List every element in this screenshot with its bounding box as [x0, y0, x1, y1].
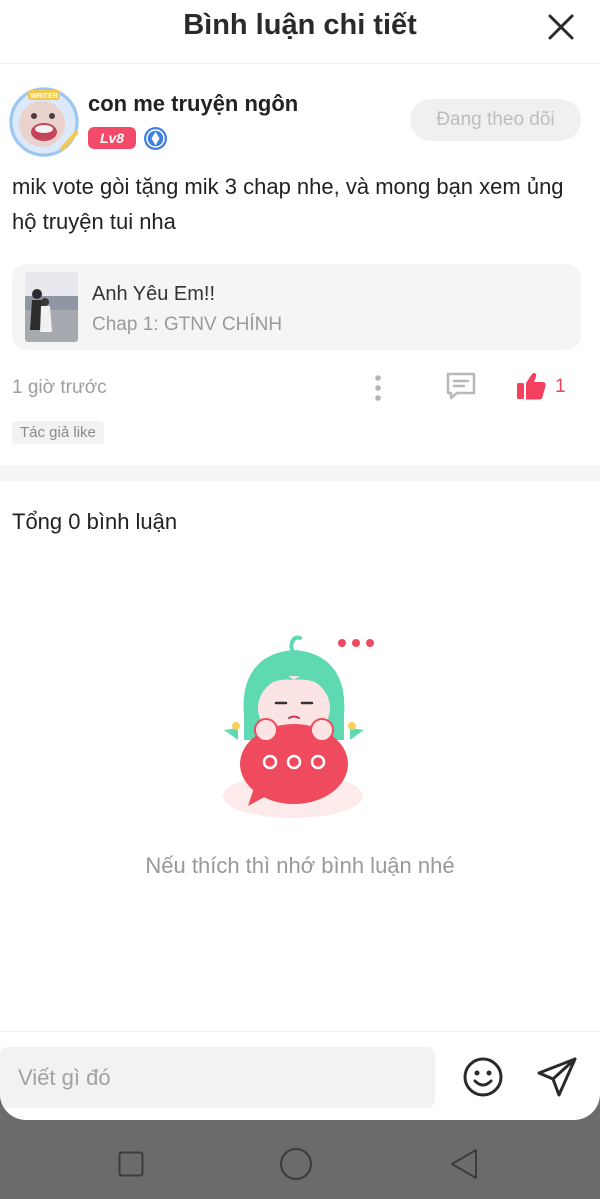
emoji-icon[interactable]	[462, 1056, 504, 1098]
follow-button[interactable]: Đang theo dõi	[410, 99, 581, 141]
empty-mascot-illustration	[223, 635, 374, 818]
system-nav-bar	[0, 1120, 600, 1199]
section-divider	[0, 465, 600, 481]
comment-time: 1 giờ trước	[12, 377, 107, 398]
send-icon[interactable]	[535, 1055, 579, 1099]
username[interactable]: con me truyện ngôn	[88, 91, 298, 117]
author-liked-tag: Tác giả like	[12, 421, 104, 444]
verified-icon	[144, 127, 167, 150]
thumbs-up-icon[interactable]	[514, 371, 548, 401]
story-title: Anh Yêu Em!!	[92, 283, 216, 305]
replies-total: Tổng 0 bình luận	[12, 509, 178, 534]
story-cover-image	[25, 272, 78, 342]
close-icon[interactable]	[546, 12, 576, 42]
avatar-badge-text: WRITER	[30, 93, 58, 100]
more-icon[interactable]	[370, 374, 386, 402]
nav-home-icon[interactable]	[279, 1147, 313, 1181]
empty-state-text: Nếu thích thì nhớ bình luận nhé	[145, 853, 455, 878]
story-chapter: Chap 1: GTNV CHÍNH	[92, 314, 283, 335]
comment-input[interactable]	[0, 1047, 435, 1108]
comment-text: mik vote gòi tặng mik 3 chap nhe, và mon…	[12, 174, 564, 234]
header: Bình luận chi tiết	[0, 0, 600, 64]
nav-square-icon[interactable]	[118, 1151, 144, 1177]
reply-icon[interactable]	[444, 371, 478, 401]
story-card[interactable]: Anh Yêu Em!! Chap 1: GTNV CHÍNH	[12, 264, 581, 350]
level-badge: Lv8	[88, 127, 136, 149]
nav-back-icon[interactable]	[448, 1147, 480, 1181]
page-title: Bình luận chi tiết	[183, 9, 417, 41]
like-count: 1	[555, 376, 566, 397]
comment-detail-sheet: Bình luận chi tiết WRITER con me truyện …	[0, 0, 600, 1120]
comment-input-bar	[0, 1031, 600, 1120]
avatar[interactable]: WRITER	[8, 86, 80, 158]
